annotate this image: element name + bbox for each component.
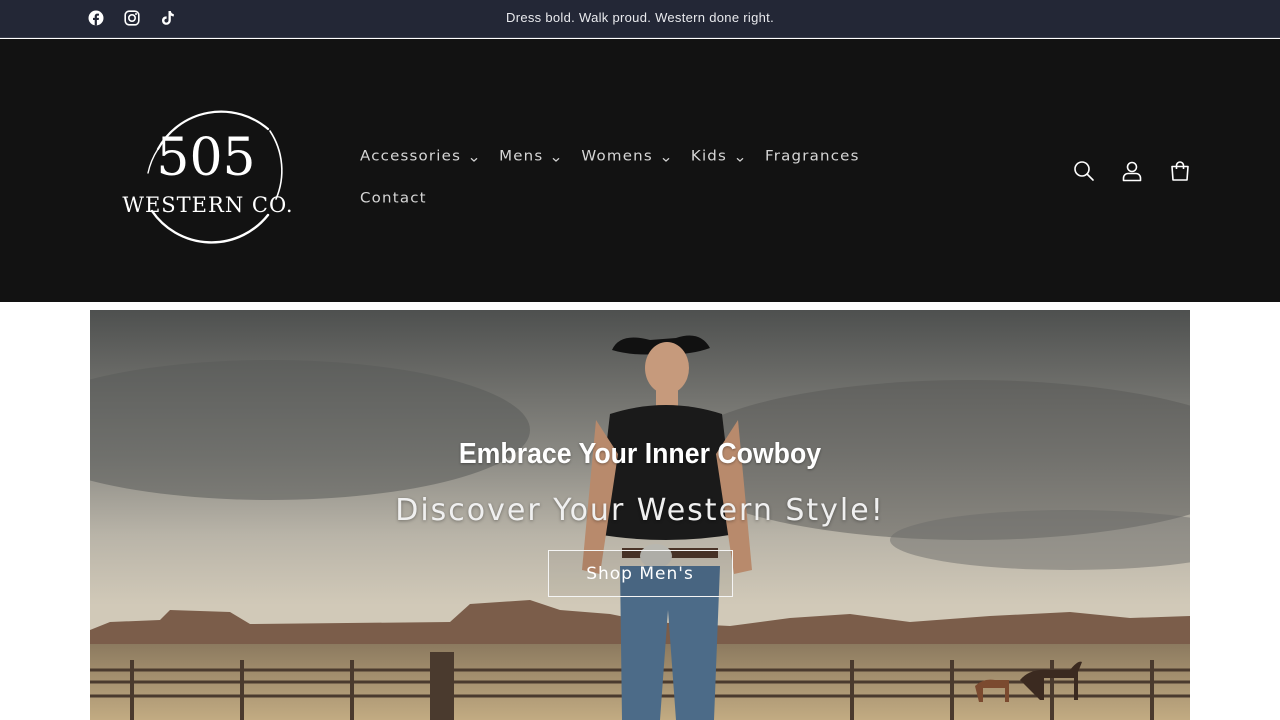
nav-contact[interactable]: Contact [360, 190, 427, 207]
nav-label: Kids [690, 147, 728, 165]
nav-accessories[interactable]: Accessories [360, 147, 479, 165]
cart-icon[interactable] [1166, 157, 1194, 185]
logo[interactable]: 505 WESTERN CO. [118, 103, 302, 249]
announcement-text: Dress bold. Walk proud. Western done rig… [506, 10, 774, 25]
chevron-down-icon [551, 151, 561, 162]
nav-kids[interactable]: Kids [690, 147, 745, 165]
nav-label: Fragrances [765, 147, 860, 165]
account-icon[interactable] [1118, 157, 1146, 185]
logo-wordmark: WESTERN CO. [122, 193, 293, 217]
search-icon[interactable] [1070, 157, 1098, 185]
nav-womens[interactable]: Womens [581, 147, 671, 165]
chevron-down-icon [735, 151, 745, 162]
chevron-down-icon [469, 151, 479, 162]
nav-row-1: Accessories Mens Womens Kids Fragrances [360, 135, 960, 177]
hero-content: Embrace Your Inner Cowboy Discover Your … [90, 438, 1190, 597]
nav-row-2: Contact [360, 177, 960, 219]
nav-label: Contact [360, 189, 427, 207]
main-nav: Accessories Mens Womens Kids Fragrances … [360, 135, 960, 219]
nav-fragrances[interactable]: Fragrances [765, 148, 860, 165]
nav-label: Mens [499, 147, 544, 165]
hero-title: Embrace Your Inner Cowboy [458, 438, 822, 470]
nav-mens[interactable]: Mens [499, 147, 561, 165]
chevron-down-icon [661, 151, 671, 162]
hero-subtitle: Discover Your Western Style! [395, 493, 885, 528]
site-header: 505 WESTERN CO. Accessories Mens Womens … [0, 39, 1280, 302]
logo-number: 505 [156, 128, 255, 188]
hero-banner: Embrace Your Inner Cowboy Discover Your … [90, 310, 1190, 720]
nav-label: Womens [581, 147, 653, 165]
announcement-bar: Dress bold. Walk proud. Western done rig… [0, 0, 1280, 38]
nav-label: Accessories [360, 147, 462, 165]
shop-mens-button[interactable]: Shop Men's [547, 550, 733, 597]
header-icons [1070, 157, 1194, 185]
